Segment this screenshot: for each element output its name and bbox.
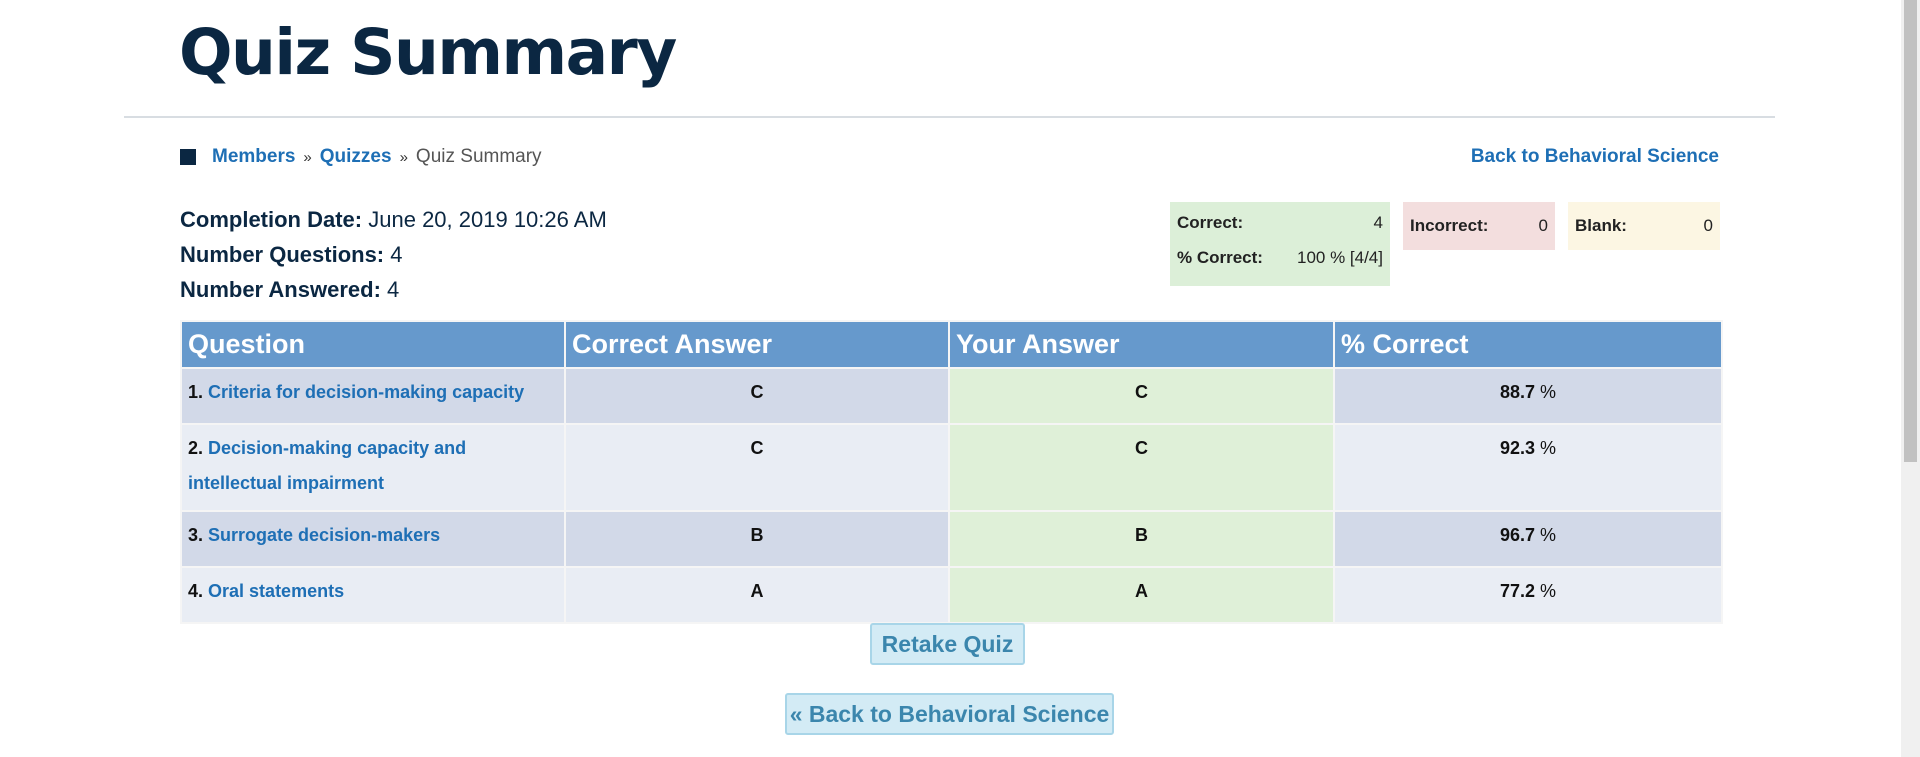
page-title: Quiz Summary [179, 16, 677, 89]
question-link[interactable]: Criteria for decision-making capacity [208, 382, 524, 402]
correct-answer-cell: C [564, 367, 950, 425]
header-percent-correct: % Correct [1333, 320, 1723, 369]
blank-label: Blank: [1575, 216, 1627, 235]
percent-unit: % [1540, 525, 1557, 545]
percent-value: 77.2 [1499, 581, 1535, 601]
question-cell: 1. Criteria for decision-making capacity [180, 367, 566, 425]
table-row: 1. Criteria for decision-making capacity… [180, 367, 1723, 425]
correct-answer-cell: A [564, 566, 950, 624]
incorrect-value: 0 [1538, 216, 1548, 235]
back-to-behavioral-science-button[interactable]: « Back to Behavioral Science [785, 693, 1114, 735]
percent-value: 96.7 [1499, 525, 1535, 545]
your-answer-cell: C [948, 367, 1335, 425]
breadcrumb-members-link[interactable]: Members [212, 146, 295, 168]
correct-value: 4 [1373, 213, 1383, 232]
percent-correct-value: 100 % [4/4] [1296, 248, 1383, 267]
completion-date-value: June 20, 2019 10:26 AM [368, 207, 607, 232]
back-to-behavioral-science-link[interactable]: Back to Behavioral Science [1471, 144, 1719, 170]
number-answered-row: Number Answered: 4 [180, 272, 607, 307]
blank-stats-box: Blank: 0 [1568, 202, 1720, 250]
percent-correct-label: % Correct: [1177, 248, 1263, 267]
breadcrumb-separator: » [399, 148, 408, 166]
percent-unit: % [1540, 438, 1557, 458]
breadcrumb-square-icon [180, 149, 196, 165]
title-divider [124, 116, 1775, 118]
question-cell: 2. Decision-making capacity and intellec… [180, 423, 566, 512]
table-row: 3. Surrogate decision-makers B B 96.7 % [180, 510, 1723, 568]
header-correct-answer: Correct Answer [564, 320, 950, 369]
question-number: 3. [188, 525, 204, 545]
table-row: 4. Oral statements A A 77.2 % [180, 566, 1723, 624]
retake-quiz-button[interactable]: Retake Quiz [870, 623, 1025, 665]
quiz-results-table: Question Correct Answer Your Answer % Co… [180, 320, 1723, 624]
your-answer-cell: C [948, 423, 1335, 512]
question-number: 4. [188, 581, 204, 601]
percent-correct-cell: 88.7 % [1333, 367, 1723, 425]
breadcrumb-quizzes-link[interactable]: Quizzes [320, 146, 392, 168]
question-link[interactable]: Surrogate decision-makers [208, 525, 440, 545]
question-cell: 3. Surrogate decision-makers [180, 510, 566, 568]
header-your-answer: Your Answer [948, 320, 1335, 369]
percent-correct-cell: 96.7 % [1333, 510, 1723, 568]
incorrect-stats-box: Incorrect: 0 [1403, 202, 1555, 250]
breadcrumb: Members » Quizzes » Quiz Summary [180, 144, 542, 170]
percent-correct-cell: 92.3 % [1333, 423, 1723, 512]
header-question: Question [180, 320, 566, 369]
correct-answer-cell: C [564, 423, 950, 512]
scrollbar-thumb[interactable] [1904, 0, 1917, 462]
percent-unit: % [1540, 581, 1557, 601]
correct-answer-cell: B [564, 510, 950, 568]
percent-value: 88.7 [1499, 382, 1535, 402]
number-questions-row: Number Questions: 4 [180, 237, 607, 272]
number-answered-label: Number Answered: [180, 277, 381, 302]
completion-date-row: Completion Date: June 20, 2019 10:26 AM [180, 202, 607, 237]
number-questions-label: Number Questions: [180, 242, 385, 267]
percent-unit: % [1540, 382, 1557, 402]
your-answer-cell: B [948, 510, 1335, 568]
quiz-info: Completion Date: June 20, 2019 10:26 AM … [180, 202, 607, 307]
correct-stats-box: Correct: 4 % Correct: 100 % [4/4] [1170, 202, 1390, 286]
breadcrumb-separator: » [303, 148, 312, 166]
question-link[interactable]: Decision-making capacity and intellectua… [188, 438, 466, 493]
percent-value: 92.3 [1499, 438, 1535, 458]
completion-date-label: Completion Date: [180, 207, 363, 232]
incorrect-label: Incorrect: [1410, 216, 1489, 235]
question-cell: 4. Oral statements [180, 566, 566, 624]
breadcrumb-current: Quiz Summary [415, 146, 542, 167]
blank-value: 0 [1703, 216, 1713, 235]
question-link[interactable]: Oral statements [208, 581, 344, 601]
table-row: 2. Decision-making capacity and intellec… [180, 423, 1723, 512]
number-questions-value: 4 [390, 242, 403, 267]
vertical-scrollbar[interactable] [1901, 0, 1920, 757]
question-number: 1. [188, 382, 204, 402]
your-answer-cell: A [948, 566, 1335, 624]
question-number: 2. [188, 438, 204, 458]
correct-label: Correct: [1177, 213, 1244, 232]
percent-correct-cell: 77.2 % [1333, 566, 1723, 624]
number-answered-value: 4 [387, 277, 400, 302]
table-header-row: Question Correct Answer Your Answer % Co… [180, 320, 1723, 369]
